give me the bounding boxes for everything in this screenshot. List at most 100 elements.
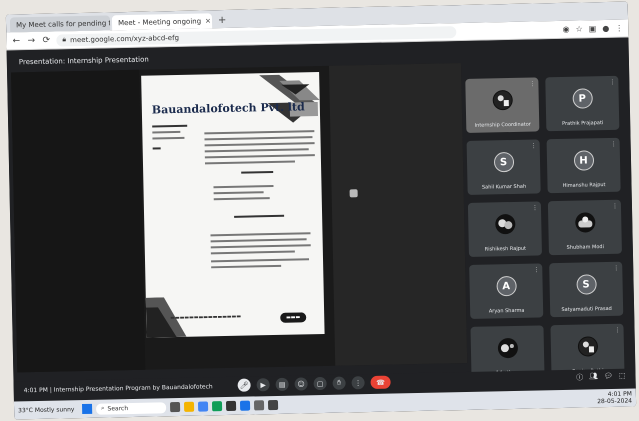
participant-avatar: S [493,151,514,173]
back-icon[interactable]: ← [11,36,21,46]
system-tray[interactable]: 4:01 PM 28-05-2024 [597,391,632,406]
more-options-icon[interactable]: ⋮ [529,80,535,87]
microphone-icon[interactable]: 🎤︎ [237,378,251,392]
participant-name: Satyamaduti Prasad [561,305,612,313]
participant-name: Sahil Kumar Shah [481,183,527,191]
camera-icon[interactable]: ▶ [256,378,270,392]
more-options-icon[interactable]: ⋮ [531,142,537,149]
camera-icon[interactable]: ◉ [562,25,569,34]
doc-text-line [152,136,185,140]
raise-hand-icon[interactable]: ✋︎ [332,376,346,390]
doc-text-line [210,244,311,249]
participant-tile[interactable]: S Satyamaduti Prasad ⋮ [549,261,624,318]
page-indicator [349,189,358,198]
people-icon[interactable]: 👥︎ [589,372,598,382]
file-explorer-icon[interactable] [183,401,195,412]
tab-label: My Meet calls for pending tasks [15,18,110,29]
windows-start-icon[interactable] [82,403,93,415]
stage-right-panel [328,63,468,366]
activities-icon[interactable]: ⬚ [619,372,626,382]
call-controls: 🎤︎ ▶ ▤ ☺ ▢ ✋︎ ⋮ ☎︎ [237,375,391,392]
participant-photo-image [577,216,592,228]
chrome-icon[interactable] [197,401,209,412]
participant-tile[interactable]: Rishikesh Rajput ⋮ [467,201,542,257]
emoji-icon[interactable]: ☺ [294,377,308,391]
tab-label: Meet - Meeting ongoing [117,16,202,27]
more-options-icon[interactable]: ⋮ [612,203,618,210]
participant-photo [494,213,516,235]
participant-name: Aryan Sharma [488,307,525,315]
star-icon[interactable]: ☆ [575,24,582,33]
participant-tile[interactable]: A Aryan Sharma ⋮ [469,263,544,319]
participant-photo-image [497,219,512,230]
more-options-icon[interactable]: ⋮ [532,204,538,211]
captions-icon[interactable]: ▤ [275,377,289,391]
profile-icon[interactable]: ● [602,24,609,33]
laptop-screen: My Meet calls for pending tasks ✕ Meet -… [5,1,637,420]
participant-name: Shubham Modi [566,244,605,251]
task-view-icon[interactable] [169,401,181,413]
doc-text-line [210,238,307,243]
participant-grid: Internship Coordinator ⋮ P Prathik Praja… [465,75,625,381]
taskbar-search[interactable]: ⌕ Search [95,401,167,415]
toolbar-icons: ◉ ☆ ▣ ● ⋮ [562,24,623,34]
doc-text-line [213,184,274,189]
meet-app-icon[interactable] [211,401,223,412]
doc-text-line [213,191,264,195]
presenter-banner: Presentation: Internship Presentation [18,55,149,67]
more-options-icon[interactable]: ⋮ [613,265,619,272]
more-options-icon[interactable]: ⋮ [615,327,621,334]
stage-left-panel [11,69,146,373]
participant-photo-image [493,91,512,110]
doc-text-line [213,197,270,201]
doc-text-line [211,258,310,263]
doc-text-line [210,232,311,237]
settings-icon[interactable] [253,400,265,411]
participant-tile[interactable]: S Sahil Kumar Shah ⋮ [466,139,541,195]
extensions-icon[interactable]: ▣ [589,24,597,33]
doc-heading-line [234,214,285,218]
forward-icon[interactable]: → [26,35,36,45]
terminal-icon[interactable] [267,399,279,411]
doc-text-line [152,124,188,128]
meeting-info: 4:01 PM | Internship Presentation Progra… [23,383,213,395]
new-tab-button[interactable]: + [214,13,231,28]
participant-tile[interactable]: H Himanshu Rajput ⋮ [546,137,621,194]
doc-text-line [204,148,309,153]
info-icon[interactable]: ⓘ [576,373,583,383]
weather-widget[interactable]: 33°C Mostly sunny [18,406,78,414]
participant-name: Internship Coordinator [474,121,531,129]
screen-share-view: Bauandalofotech Pvt. ltd ▬▬▬▬▬▬▬▬▬▬▬▬▬▬▬… [11,63,468,373]
clock-date: 28-05-2024 [597,397,633,406]
participant-avatar: A [495,275,517,297]
url-text: meet.google.com/xyz-abcd-efg [70,33,180,44]
participant-tile[interactable]: Shubham Modi ⋮ [547,199,622,256]
participant-photo [497,337,518,359]
edge-icon[interactable] [239,400,251,411]
participant-photo-image [500,344,514,353]
present-icon[interactable]: ▢ [313,376,327,391]
close-tab-icon[interactable]: ✕ [205,17,211,25]
participant-name: Prathik Prajapati [562,120,604,127]
more-options-icon[interactable]: ⋮ [611,141,617,148]
search-placeholder: Search [107,404,129,413]
participant-name: Rishikesh Rajput [484,245,527,253]
reload-icon[interactable]: ⟳ [41,35,51,45]
participant-tile[interactable]: P Prathik Prajapati ⋮ [545,75,620,132]
menu-icon[interactable]: ⋮ [615,24,623,33]
doc-heading-line [241,170,274,174]
more-options-icon[interactable]: ⋮ [609,79,615,86]
participant-avatar: H [573,150,594,171]
chat-icon[interactable]: 💬︎ [604,372,613,382]
end-call-button[interactable]: ☎︎ [370,375,391,389]
search-icon: ⌕ [101,404,105,412]
side-panel-controls: ⓘ 👥︎ 💬︎ ⬚ [576,372,626,383]
participant-avatar: P [572,88,593,109]
store-icon[interactable] [225,400,237,412]
more-options-icon[interactable]: ⋮ [533,266,539,273]
participant-name: Himanshu Rajput [562,182,606,189]
participant-tile[interactable]: Internship Coordinator ⋮ [465,77,540,133]
more-options-icon[interactable]: ⋮ [351,376,365,390]
participant-photo [574,212,596,233]
lock-icon: 🔒︎ [62,35,67,44]
